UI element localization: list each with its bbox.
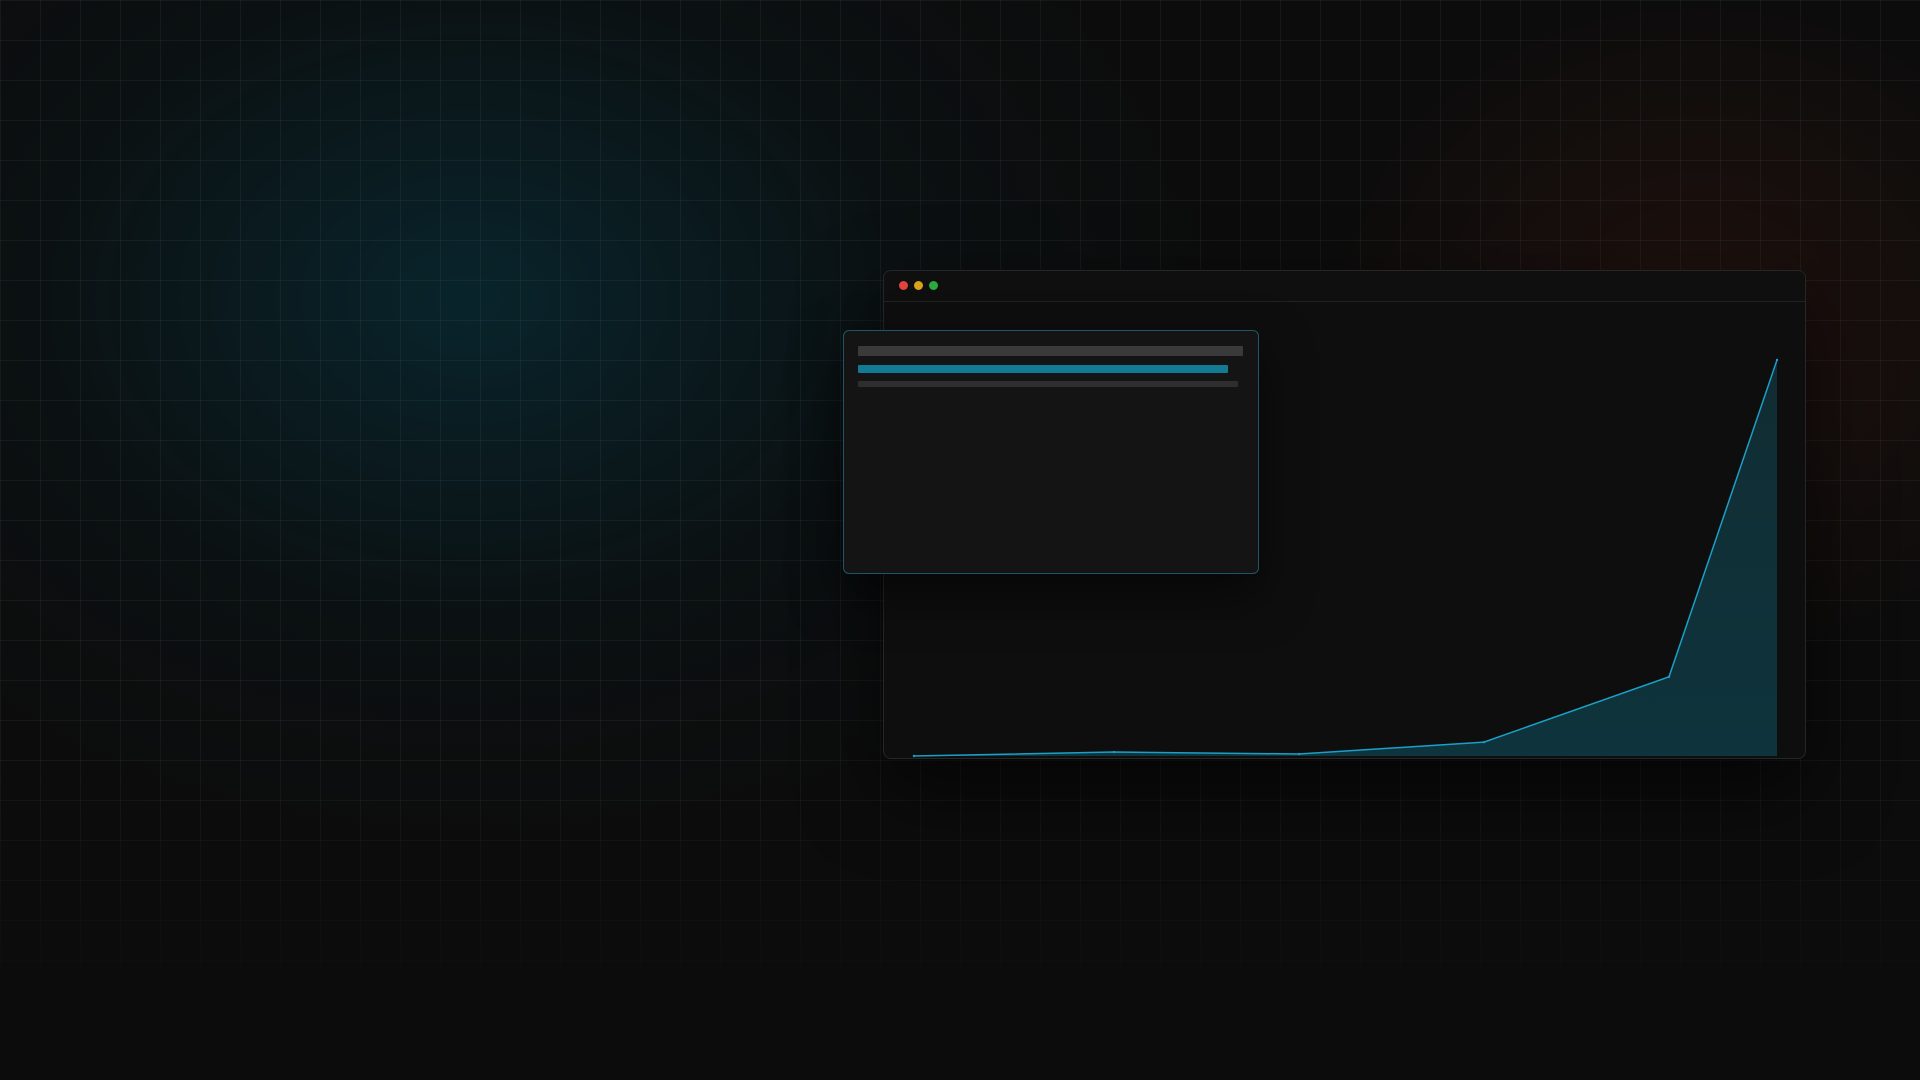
- panel-highlight-skeleton: [858, 365, 1228, 373]
- data-point: [1482, 740, 1486, 744]
- minimize-window-button[interactable]: [914, 281, 923, 290]
- close-window-button[interactable]: [899, 281, 908, 290]
- data-point: [1667, 675, 1671, 678]
- data-point: [1297, 752, 1301, 756]
- floating-panel: [843, 330, 1259, 574]
- maximize-window-button[interactable]: [929, 281, 938, 290]
- panel-text-skeleton: [858, 381, 1238, 387]
- panel-title-skeleton: [858, 346, 1243, 356]
- window-title-bar[interactable]: [884, 271, 1805, 302]
- data-point: [1112, 750, 1116, 754]
- data-point: [1775, 358, 1779, 362]
- data-point: [912, 754, 916, 758]
